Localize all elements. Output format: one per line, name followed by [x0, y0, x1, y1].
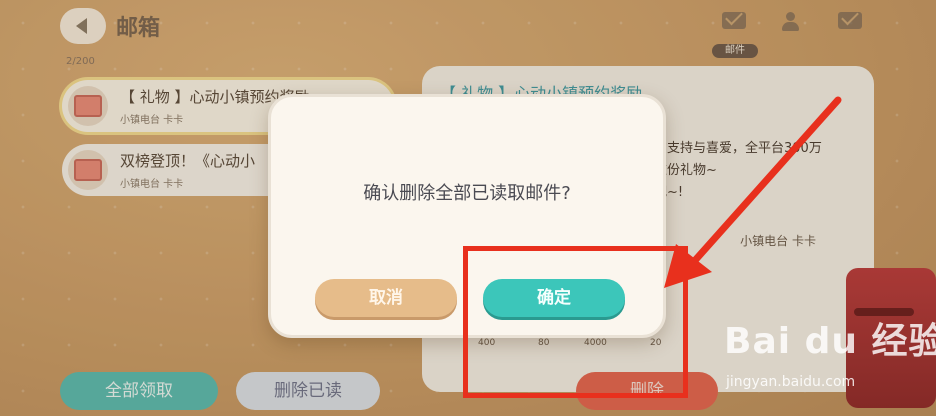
watermark: Bai du 经验 jingyan.baidu.com	[724, 312, 936, 412]
watermark-url: jingyan.baidu.com	[726, 374, 856, 390]
watermark-brand: Bai du 经验	[724, 321, 936, 362]
